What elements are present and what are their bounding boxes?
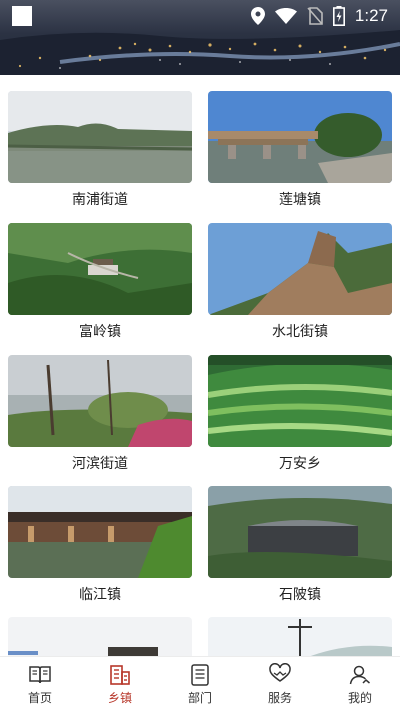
town-thumbnail (208, 91, 392, 183)
tab-services[interactable]: 服务 (240, 657, 320, 711)
tab-me[interactable]: 我的 (320, 657, 400, 711)
town-thumbnail (8, 486, 192, 578)
town-name: 富岭镇 (79, 324, 121, 340)
town-card-fuling[interactable]: 富岭镇 (8, 223, 192, 341)
user-icon (349, 665, 370, 684)
top-banner: 1:27 (0, 0, 400, 75)
notification-square-icon (12, 6, 32, 26)
tab-label: 乡镇 (107, 690, 132, 705)
tab-label: 首页 (27, 690, 52, 705)
town-thumbnail (208, 486, 392, 578)
status-time: 1:27 (354, 6, 388, 25)
town-card-wanan[interactable]: 万安乡 (208, 355, 392, 473)
town-name: 石陂镇 (279, 587, 321, 603)
town-card-hebin[interactable]: 河滨街道 (8, 355, 192, 473)
town-card-partial-left[interactable] (8, 617, 192, 656)
town-card-nanpu[interactable]: 南浦街道 (8, 91, 192, 209)
tab-departments[interactable]: 部门 (160, 657, 240, 711)
town-name: 万安乡 (279, 456, 321, 472)
town-thumbnail (8, 617, 192, 656)
town-card-partial-right[interactable] (208, 617, 392, 656)
town-card-shuibei[interactable]: 水北街镇 (208, 223, 392, 341)
town-card-liantang[interactable]: 莲塘镇 (208, 91, 392, 209)
battery-charging-icon (332, 6, 345, 26)
status-icons: 1:27 (250, 6, 388, 26)
book-icon (29, 665, 51, 683)
tab-towns[interactable]: 乡镇 (80, 657, 160, 711)
town-thumbnail (208, 617, 392, 656)
town-thumbnail (8, 355, 192, 447)
tab-label: 服务 (267, 690, 292, 705)
town-grid: 南浦街道 莲塘镇 富岭镇 水北街镇 河滨街道 万安乡 临江镇 石陂镇 (0, 75, 400, 656)
town-thumbnail (208, 355, 392, 447)
building-icon (110, 664, 130, 685)
town-thumbnail (8, 91, 192, 183)
town-name: 南浦街道 (72, 192, 128, 208)
town-name: 河滨街道 (72, 456, 128, 472)
town-card-shibei[interactable]: 石陂镇 (208, 486, 392, 604)
town-thumbnail (8, 223, 192, 315)
town-name: 莲塘镇 (279, 192, 321, 208)
location-icon (250, 7, 265, 25)
tab-label: 部门 (187, 690, 212, 705)
no-sim-icon (307, 7, 323, 25)
wifi-icon (274, 8, 297, 24)
town-name: 临江镇 (79, 587, 121, 603)
town-thumbnail (208, 223, 392, 315)
town-name: 水北街镇 (272, 324, 328, 340)
tab-label: 我的 (347, 690, 372, 705)
town-card-linjiang[interactable]: 临江镇 (8, 486, 192, 604)
tab-home[interactable]: 首页 (0, 657, 80, 711)
heart-hands-icon (269, 662, 291, 682)
status-bar: 1:27 (0, 0, 400, 32)
document-icon (191, 663, 209, 686)
bottom-tab-bar: 首页 乡镇 部门 服务 我的 (0, 656, 400, 711)
